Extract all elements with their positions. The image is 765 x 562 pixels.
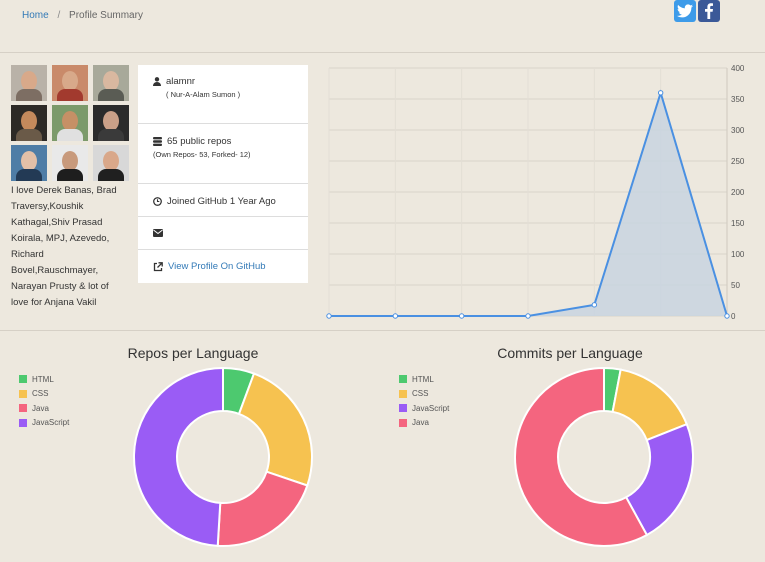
breadcrumb-separator: / bbox=[57, 10, 61, 21]
view-profile-link[interactable]: View Profile On GitHub bbox=[168, 261, 266, 272]
avatar[interactable] bbox=[93, 145, 129, 181]
legend-label: HTML bbox=[412, 374, 434, 384]
legend-item[interactable]: HTML bbox=[399, 372, 449, 387]
data-point[interactable] bbox=[525, 313, 531, 319]
profile-repos: 65 public repos bbox=[167, 136, 232, 147]
clock-icon bbox=[153, 197, 162, 206]
legend-swatch bbox=[399, 418, 407, 427]
legend-label: JavaScript bbox=[32, 418, 70, 428]
legend-item[interactable]: CSS bbox=[399, 387, 449, 402]
avatar-grid bbox=[11, 65, 131, 181]
legend-label: HTML bbox=[32, 374, 54, 384]
profile-joined-row: Joined GitHub 1 Year Ago bbox=[138, 184, 308, 217]
y-tick-label: 0 bbox=[731, 312, 736, 321]
y-tick-label: 300 bbox=[731, 126, 745, 135]
commits-donut-chart bbox=[514, 366, 694, 547]
y-tick-label: 50 bbox=[731, 281, 740, 290]
profile-repos-detail: (Own Repos- 53, Forked- 12) bbox=[153, 150, 251, 159]
external-link-icon bbox=[153, 261, 163, 271]
commit-activity-chart: 0 50 100 150 200 250 300 350 400 bbox=[326, 64, 745, 321]
legend-swatch bbox=[399, 389, 407, 398]
profile-card: alamnr ( Nur-A-Alam Sumon ) 65 public re… bbox=[138, 65, 308, 283]
y-tick-label: 400 bbox=[731, 64, 745, 73]
commits-chart-title: Commits per Language bbox=[497, 345, 643, 361]
profile-joined: Joined GitHub 1 Year Ago bbox=[167, 196, 276, 207]
avatar[interactable] bbox=[52, 65, 88, 101]
avatar[interactable] bbox=[93, 105, 129, 141]
legend-item[interactable]: HTML bbox=[19, 372, 69, 387]
legend-label: Java bbox=[32, 403, 49, 413]
data-point[interactable] bbox=[326, 313, 332, 319]
legend-item[interactable]: Java bbox=[19, 401, 69, 416]
repos-chart-title: Repos per Language bbox=[127, 345, 259, 361]
legend-label: CSS bbox=[412, 389, 429, 399]
avatar[interactable] bbox=[11, 145, 47, 181]
y-tick-label: 350 bbox=[731, 95, 745, 104]
profile-username: alamnr bbox=[166, 76, 196, 87]
data-point[interactable] bbox=[657, 90, 664, 96]
slice-java[interactable] bbox=[216, 470, 309, 547]
legend-swatch bbox=[399, 375, 407, 384]
divider-mid bbox=[0, 330, 765, 331]
legend-label: JavaScript bbox=[412, 403, 450, 413]
legend-swatch bbox=[19, 404, 27, 413]
avatar[interactable] bbox=[11, 105, 47, 141]
legend-label: CSS bbox=[32, 389, 49, 399]
twitter-icon[interactable] bbox=[674, 0, 696, 22]
avatar[interactable] bbox=[52, 145, 88, 181]
divider-top bbox=[0, 52, 765, 53]
legend-swatch bbox=[19, 389, 27, 398]
profile-repos-row: 65 public repos (Own Repos- 53, Forked- … bbox=[138, 124, 308, 184]
repos-donut-chart bbox=[133, 366, 313, 547]
data-point[interactable] bbox=[458, 313, 465, 319]
facebook-icon[interactable] bbox=[698, 0, 720, 22]
breadcrumb-home-link[interactable]: Home bbox=[22, 10, 49, 21]
legend-swatch bbox=[399, 404, 407, 413]
user-icon bbox=[153, 77, 161, 86]
database-icon bbox=[153, 137, 162, 146]
breadcrumb: Home / Profile Summary bbox=[22, 10, 143, 21]
profile-email-row bbox=[138, 217, 308, 250]
avatar[interactable] bbox=[52, 105, 88, 141]
y-tick-label: 100 bbox=[731, 250, 745, 259]
data-point[interactable] bbox=[392, 313, 399, 319]
slice-css[interactable] bbox=[237, 372, 313, 487]
y-tick-label: 200 bbox=[731, 188, 745, 197]
legend-item[interactable]: Java bbox=[399, 416, 449, 431]
avatar[interactable] bbox=[11, 65, 47, 101]
profile-fullname: ( Nur-A-Alam Sumon ) bbox=[166, 90, 241, 99]
repos-chart-legend: HTML CSS Java JavaScript bbox=[19, 372, 69, 430]
breadcrumb-current: Profile Summary bbox=[69, 10, 143, 21]
bio-text: I love Derek Banas, Brad Traversy,Koushi… bbox=[11, 185, 117, 308]
social-links bbox=[674, 0, 720, 22]
data-point[interactable] bbox=[724, 313, 730, 319]
legend-item[interactable]: CSS bbox=[19, 387, 69, 402]
commits-chart-legend: HTML CSS JavaScript Java bbox=[399, 372, 449, 430]
legend-item[interactable]: JavaScript bbox=[399, 401, 449, 416]
legend-label: Java bbox=[412, 418, 429, 428]
y-tick-label: 150 bbox=[731, 219, 745, 228]
data-point[interactable] bbox=[591, 302, 598, 308]
profile-username-row: alamnr ( Nur-A-Alam Sumon ) bbox=[138, 65, 308, 124]
avatar[interactable] bbox=[93, 65, 129, 101]
legend-swatch bbox=[19, 418, 27, 427]
legend-item[interactable]: JavaScript bbox=[19, 416, 69, 431]
slice-javascript[interactable] bbox=[133, 366, 224, 547]
envelope-icon[interactable] bbox=[153, 229, 163, 237]
legend-swatch bbox=[19, 375, 27, 384]
profile-link-row: View Profile On GitHub bbox=[138, 250, 308, 283]
y-tick-label: 250 bbox=[731, 157, 745, 166]
